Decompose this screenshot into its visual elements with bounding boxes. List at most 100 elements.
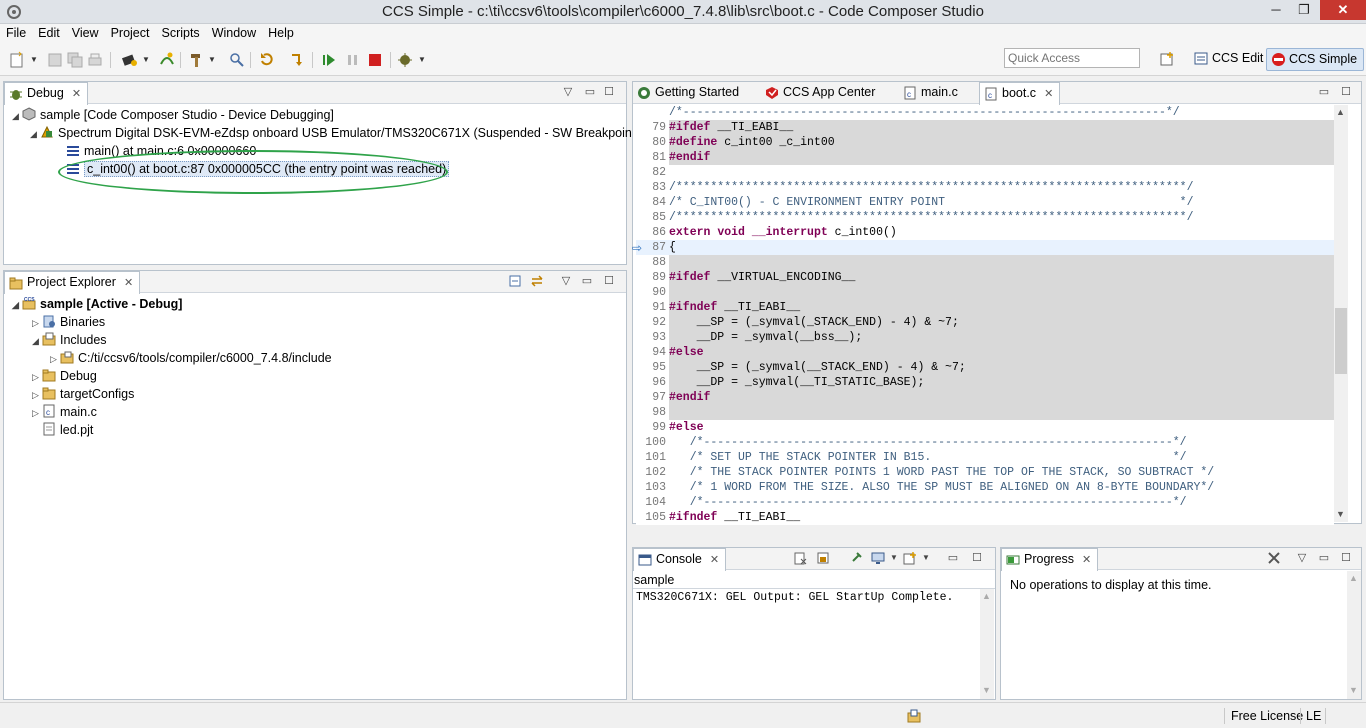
code-line[interactable]: /*--------------------------------------… — [636, 105, 1334, 120]
maximize-view-icon[interactable]: ☐ — [602, 274, 616, 288]
open-console-dropdown-icon[interactable]: ▼ — [919, 551, 933, 565]
refresh-icon[interactable] — [258, 51, 276, 69]
close-button[interactable]: ✕ — [1320, 0, 1366, 20]
tree-item-targetconfigs[interactable]: ▷ targetConfigs — [32, 385, 134, 403]
minimize-button[interactable]: ─ — [1262, 0, 1290, 20]
collapse-icon[interactable]: ◢ — [30, 125, 40, 143]
quick-access-input[interactable] — [1004, 48, 1140, 68]
minimize-view-icon[interactable]: ▭ — [583, 85, 597, 99]
code-line[interactable]: 105 #ifndef __TI_EABI__ — [636, 510, 1334, 525]
remove-all-finished-icon[interactable] — [1267, 551, 1281, 565]
view-menu-icon[interactable]: ▽ — [559, 274, 573, 288]
code-line[interactable]: 103 /* 1 WORD FROM THE SIZE. ALSO THE SP… — [636, 480, 1334, 495]
tab-boot-c[interactable]: c boot.c ✕ — [979, 82, 1061, 105]
menu-scripts[interactable]: Scripts — [155, 24, 205, 40]
close-tab-icon[interactable]: ✕ — [710, 553, 719, 566]
console-scrollbar[interactable]: ▲ ▼ — [980, 589, 994, 699]
build-target-icon[interactable] — [120, 51, 138, 69]
collapse-icon[interactable]: ◢ — [12, 296, 22, 314]
menu-file[interactable]: File — [0, 24, 32, 40]
code-line[interactable]: 80 #define c_int00 _c_int00 — [636, 135, 1334, 150]
menu-view[interactable]: View — [66, 24, 105, 40]
maximize-view-icon[interactable]: ☐ — [602, 85, 616, 99]
code-line[interactable]: 88 — [636, 255, 1334, 270]
tree-item-led-pjt[interactable]: led.pjt — [42, 421, 93, 439]
code-line[interactable]: 102 /* THE STACK POINTER POINTS 1 WORD P… — [636, 465, 1334, 480]
pin-console-icon[interactable] — [849, 551, 863, 565]
tree-item-emulator-thread[interactable]: ◢ Spectrum Digital DSK-EVM-eZdsp onboard … — [30, 124, 640, 142]
tab-project-explorer[interactable]: Project Explorer ✕ — [4, 271, 141, 294]
tab-console[interactable]: Console ✕ — [633, 548, 727, 571]
minimize-view-icon[interactable]: ▭ — [580, 274, 594, 288]
close-tab-icon[interactable]: ✕ — [124, 276, 133, 289]
code-line[interactable]: 90 — [636, 285, 1334, 300]
minimize-view-icon[interactable]: ▭ — [1317, 551, 1331, 565]
code-line[interactable]: 85/*************************************… — [636, 210, 1334, 225]
tree-item-debug-session[interactable]: ◢ sample [Code Composer Studio - Device D… — [12, 106, 334, 124]
tree-item-binaries[interactable]: ▷ Binaries — [32, 313, 105, 331]
close-tab-icon[interactable]: ✕ — [1044, 87, 1053, 100]
build-target-dropdown-icon[interactable]: ▼ — [142, 51, 150, 69]
code-editor[interactable]: /*--------------------------------------… — [636, 105, 1334, 525]
tree-item-includes[interactable]: ◢ Includes — [32, 331, 107, 349]
code-line[interactable]: 97 #endif — [636, 390, 1334, 405]
code-line[interactable]: 83/*************************************… — [636, 180, 1334, 195]
tab-main-c[interactable]: c main.c — [899, 82, 964, 104]
code-line[interactable]: 96 __DP = _symval(__TI_STATIC_BASE); — [636, 375, 1334, 390]
tree-item-include-folder[interactable]: ▷ C:/ti/ccsv6/tools/compiler/c6000_7.4.8/… — [50, 349, 332, 367]
code-line[interactable]: 100 /*----------------------------------… — [636, 435, 1334, 450]
tab-debug[interactable]: Debug ✕ — [4, 82, 89, 105]
suspend-icon[interactable] — [344, 51, 362, 69]
perspective-ccs-edit-button[interactable]: CCS Edit — [1190, 48, 1269, 71]
code-line[interactable]: 82 — [636, 165, 1334, 180]
link-with-editor-icon[interactable] — [530, 274, 544, 288]
hammer-build-icon[interactable] — [188, 51, 206, 69]
collapse-icon[interactable]: ◢ — [32, 332, 42, 350]
minimize-view-icon[interactable]: ▭ — [946, 551, 960, 565]
step-return-icon[interactable] — [288, 51, 306, 69]
debug-launch-icon[interactable] — [158, 51, 176, 69]
scroll-up-icon[interactable]: ▲ — [1336, 107, 1345, 117]
minimize-view-icon[interactable]: ▭ — [1317, 85, 1331, 99]
editor-scrollbar[interactable]: ▲ ▼ — [1334, 105, 1348, 522]
save-icon[interactable] — [46, 51, 64, 69]
console-output[interactable]: TMS320C671X: GEL Output: GEL StartUp Com… — [636, 591, 953, 604]
open-console-icon[interactable] — [903, 551, 917, 565]
maximize-view-icon[interactable]: ☐ — [1339, 551, 1353, 565]
code-line[interactable]: 79 #ifdef __TI_EABI__ — [636, 120, 1334, 135]
scroll-down-icon[interactable]: ▼ — [1336, 509, 1345, 519]
open-perspective-icon[interactable] — [1160, 51, 1176, 67]
debug-config-icon[interactable] — [396, 51, 414, 69]
display-console-dropdown-icon[interactable]: ▼ — [887, 551, 901, 565]
new-icon[interactable] — [8, 51, 26, 69]
maximize-button[interactable]: ❐ — [1290, 0, 1318, 20]
scroll-up-icon[interactable]: ▲ — [982, 591, 991, 601]
close-tab-icon[interactable]: ✕ — [72, 87, 81, 100]
build-dropdown-icon[interactable]: ▼ — [208, 51, 216, 69]
perspective-ccs-simple-button[interactable]: CCS Simple — [1266, 48, 1365, 71]
scroll-down-icon[interactable]: ▼ — [1349, 685, 1358, 695]
scroll-lock-icon[interactable] — [816, 551, 830, 565]
menu-window[interactable]: Window — [206, 24, 262, 40]
progress-scrollbar[interactable]: ▲ ▼ — [1347, 571, 1361, 699]
menu-project[interactable]: Project — [105, 24, 156, 40]
code-line[interactable]: 84/* C_INT00() - C ENVIRONMENT ENTRY POI… — [636, 195, 1334, 210]
expand-icon[interactable]: ▷ — [50, 350, 60, 368]
code-line[interactable]: 98 — [636, 405, 1334, 420]
code-line[interactable]: 92 __SP = (_symval(_STACK_END) - 4) & ~7… — [636, 315, 1334, 330]
code-line[interactable]: 99 #else — [636, 420, 1334, 435]
code-line[interactable]: 95 __SP = (_symval(__STACK_END) - 4) & ~… — [636, 360, 1334, 375]
scrollbar-thumb[interactable] — [1335, 308, 1347, 374]
view-menu-icon[interactable]: ▽ — [1295, 551, 1309, 565]
code-line[interactable]: 91 #ifndef __TI_EABI__ — [636, 300, 1334, 315]
tab-ccs-app-center[interactable]: CCS App Center — [761, 82, 881, 104]
code-line[interactable]: 86 extern void __interrupt c_int00() — [636, 225, 1334, 240]
tab-progress[interactable]: Progress ✕ — [1001, 548, 1099, 571]
expand-icon[interactable]: ▷ — [32, 404, 42, 422]
tree-item-main-c[interactable]: ▷ c main.c — [32, 403, 97, 421]
code-line[interactable]: 89 #ifdef __VIRTUAL_ENCODING__ — [636, 270, 1334, 285]
collapse-icon[interactable]: ◢ — [12, 107, 22, 125]
code-line[interactable]: 81 #endif — [636, 150, 1334, 165]
collapse-all-icon[interactable] — [508, 274, 522, 288]
new-dropdown-icon[interactable]: ▼ — [30, 51, 38, 69]
